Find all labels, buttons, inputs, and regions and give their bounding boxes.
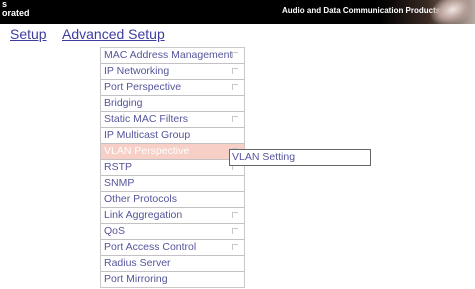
menu-item-label: Port Mirroring xyxy=(104,273,168,285)
menu-item-label: Port Perspective xyxy=(104,81,182,93)
menu-item-label: IP Multicast Group xyxy=(104,129,191,141)
nav-link-advanced-setup[interactable]: Advanced Setup xyxy=(62,26,165,42)
advanced-setup-menu: MAC Address Management IP Networking Por… xyxy=(100,47,245,288)
menu-item-ip-networking[interactable]: IP Networking xyxy=(101,64,244,80)
submenu-arrow-icon xyxy=(232,116,238,122)
menu-item-label: MAC Address Management xyxy=(104,49,233,61)
menu-item-other-protocols[interactable]: Other Protocols xyxy=(101,192,244,208)
menu-item-vlan-perspective[interactable]: VLAN Perspective xyxy=(101,144,244,160)
nav-link-setup[interactable]: Setup xyxy=(10,26,47,42)
submenu-arrow-icon xyxy=(232,212,238,218)
menu-item-label: RSTP xyxy=(104,161,133,173)
menu-item-bridging[interactable]: Bridging xyxy=(101,96,244,112)
menu-item-label: SNMP xyxy=(104,177,135,189)
menu-item-port-access-control[interactable]: Port Access Control xyxy=(101,240,244,256)
submenu-arrow-icon xyxy=(232,244,238,250)
banner-tagline: Audio and Data Communication Products xyxy=(282,6,441,15)
menu-item-port-perspective[interactable]: Port Perspective xyxy=(101,80,244,96)
menu-item-label: Bridging xyxy=(104,97,143,109)
menu-item-link-aggregation[interactable]: Link Aggregation xyxy=(101,208,244,224)
menu-item-label: VLAN Perspective xyxy=(104,145,190,157)
menu-item-mac-address-management[interactable]: MAC Address Management xyxy=(101,48,244,64)
submenu-arrow-icon xyxy=(232,68,238,74)
menu-item-qos[interactable]: QoS xyxy=(101,224,244,240)
submenu-arrow-icon xyxy=(232,84,238,90)
company-name-line2: orated xyxy=(2,8,30,18)
menu-item-rstp[interactable]: RSTP xyxy=(101,160,244,176)
submenu-arrow-icon xyxy=(232,228,238,234)
menu-item-label: QoS xyxy=(104,225,126,237)
menu-item-label: Static MAC Filters xyxy=(104,113,189,125)
menu-item-label: Other Protocols xyxy=(104,193,177,205)
menu-item-label: IP Networking xyxy=(104,65,170,77)
menu-item-ip-multicast-group[interactable]: IP Multicast Group xyxy=(101,128,244,144)
menu-item-label: Radius Server xyxy=(104,257,171,269)
submenu-arrow-icon xyxy=(232,52,238,58)
menu-item-radius-server[interactable]: Radius Server xyxy=(101,256,244,272)
header-banner: s orated Audio and Data Communication Pr… xyxy=(0,0,475,24)
menu-item-label: Link Aggregation xyxy=(104,209,183,221)
submenu-item-vlan-setting[interactable]: VLAN Setting xyxy=(230,150,370,165)
company-name: s orated xyxy=(2,0,30,18)
menu-item-port-mirroring[interactable]: Port Mirroring xyxy=(101,272,244,287)
menu-item-static-mac-filters[interactable]: Static MAC Filters xyxy=(101,112,244,128)
menu-item-snmp[interactable]: SNMP xyxy=(101,176,244,192)
vlan-perspective-submenu: VLAN Setting xyxy=(229,149,371,166)
logo-swoosh-icon xyxy=(425,0,473,24)
menu-item-label: Port Access Control xyxy=(104,241,197,253)
